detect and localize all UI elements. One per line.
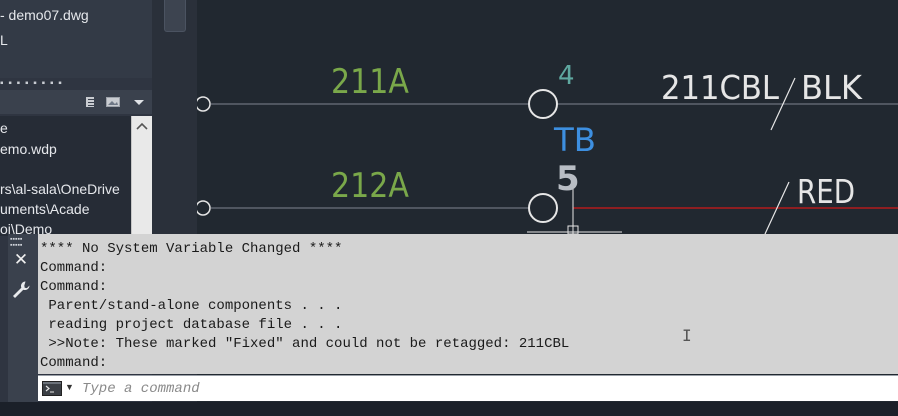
history-line: reading project database file . . . (40, 317, 343, 333)
panel-menu-dropdown-icon[interactable] (133, 95, 146, 107)
wire-number-label: 211A (331, 62, 409, 102)
command-line-palette: ▪▪▪▪▪ ▪▪▪▪▪ ✕ **** No System Variable Cha… (8, 234, 898, 402)
command-input[interactable] (82, 379, 862, 399)
terminal-circle (528, 193, 558, 223)
scroll-up-icon[interactable] (132, 116, 152, 136)
wire-number-label: 212A (331, 166, 409, 206)
history-line: **** No System Variable Changed **** (40, 241, 343, 257)
tree-scrollbar[interactable] (131, 116, 152, 236)
text-cursor-icon: I (682, 326, 692, 345)
command-line-gutter: ▪▪▪▪▪ ▪▪▪▪▪ ✕ (8, 234, 38, 402)
panel-splitter[interactable]: ▪ ▪ ▪ ▪ ▪ ▪ ▪ ▪ (0, 78, 152, 89)
history-line: Command: (40, 355, 108, 371)
image-preview-icon[interactable] (106, 95, 120, 107)
drawing-canvas[interactable]: 211A 4 211CBL BLK TB 212A 5 RED (197, 0, 898, 234)
project-header-line: L (0, 32, 8, 48)
history-line: Command: (40, 260, 108, 276)
tree-item[interactable]: rs\al-sala\OneDrive (0, 181, 120, 197)
tree-item[interactable]: e (0, 120, 8, 136)
tree-item[interactable]: emo.wdp (0, 141, 57, 157)
history-line: Command: (40, 279, 108, 295)
close-icon[interactable]: ✕ (11, 250, 31, 270)
project-tree[interactable]: e emo.wdp rs\al-sala\OneDrive uments\Aca… (0, 116, 152, 236)
wire-end-connector (197, 96, 211, 112)
history-line: Parent/stand-alone components . . . (40, 298, 343, 314)
project-drawing-name[interactable]: - demo07.dwg (0, 7, 89, 23)
wire-color-label: RED (797, 172, 855, 211)
wire-color-label: BLK (801, 68, 863, 107)
terminal-number-label: 4 (558, 61, 575, 91)
command-history: **** No System Variable Changed **** Com… (38, 234, 898, 374)
terminal-strip-label: TB (553, 121, 596, 159)
scrollbar-thumb[interactable] (164, 0, 186, 32)
tree-item[interactable]: uments\Acade (0, 201, 90, 217)
list-view-icon[interactable] (85, 95, 98, 107)
project-header: - demo07.dwg L (0, 0, 152, 78)
cable-label: 211CBL (661, 68, 780, 107)
terminal-circle (528, 89, 558, 119)
history-line: >>Note: These marked "Fixed" and could n… (40, 336, 570, 352)
command-prompt-icon[interactable] (42, 381, 62, 396)
drag-grip-icon[interactable]: ▪▪▪▪▪ ▪▪▪▪▪ (10, 236, 34, 249)
terminal-number-label: 5 (556, 159, 580, 199)
recent-commands-dropdown-icon[interactable]: ▼ (65, 382, 74, 392)
wrench-icon[interactable] (11, 280, 31, 300)
command-input-row: ▼ (38, 375, 898, 401)
wire-end-connector (197, 200, 211, 216)
panel-toolbar (0, 90, 152, 114)
status-bar (0, 402, 898, 416)
